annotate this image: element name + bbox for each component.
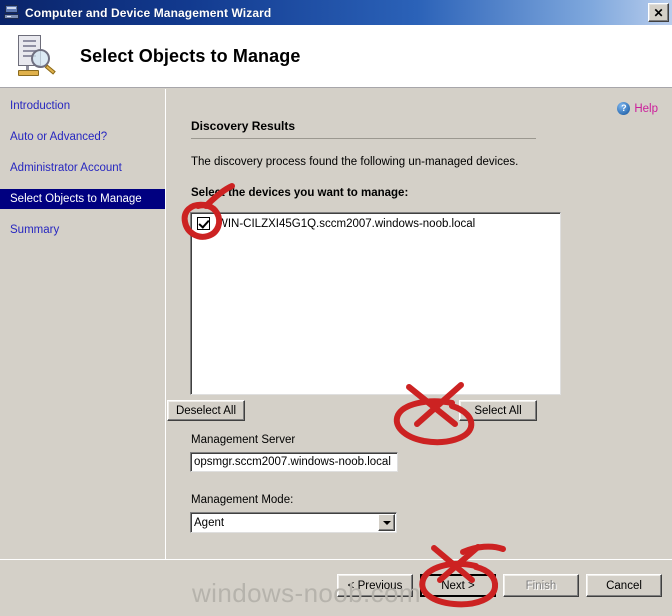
description-text: The discovery process found the followin… — [191, 156, 519, 168]
management-server-label: Management Server — [191, 434, 296, 446]
next-button[interactable]: Next > — [420, 574, 496, 597]
content-pane: ? Help Discovery Results The discovery p… — [167, 89, 672, 559]
page-header: Select Objects to Manage — [0, 25, 672, 88]
section-heading: Discovery Results — [191, 119, 536, 139]
sidebar-item-summary[interactable]: Summary — [0, 220, 165, 240]
chevron-down-icon[interactable] — [378, 514, 395, 531]
computer-monitor-icon — [4, 5, 20, 20]
title-bar: Computer and Device Management Wizard ✕ — [0, 0, 672, 25]
deselect-all-button[interactable]: Deselect All — [167, 400, 245, 421]
question-circle-icon: ? — [617, 102, 631, 115]
management-mode-select[interactable]: Agent — [190, 512, 397, 533]
sidebar-item-select-objects-to-manage[interactable]: Select Objects to Manage — [0, 189, 165, 209]
page-title: Select Objects to Manage — [80, 45, 301, 66]
device-listbox[interactable]: WIN-CILZXI45G1Q.sccm2007.windows-noob.lo… — [190, 212, 561, 395]
finish-button: Finish — [503, 574, 579, 597]
window-title: Computer and Device Management Wizard — [25, 5, 272, 20]
management-server-field[interactable]: opsmgr.sccm2007.windows-noob.local — [190, 452, 398, 472]
help-label: Help — [634, 102, 658, 115]
wizard-window: Computer and Device Management Wizard ✕ … — [0, 0, 672, 616]
list-item[interactable]: WIN-CILZXI45G1Q.sccm2007.windows-noob.lo… — [191, 213, 560, 230]
wizard-steps-sidebar: Introduction Auto or Advanced? Administr… — [0, 89, 166, 559]
management-mode-value: Agent — [194, 516, 225, 529]
device-name: WIN-CILZXI45G1Q.sccm2007.windows-noob.lo… — [217, 217, 476, 230]
management-mode-label: Management Mode: — [191, 494, 294, 506]
sidebar-item-introduction[interactable]: Introduction — [0, 96, 165, 116]
site-watermark: windows-noob.com — [192, 578, 421, 608]
close-icon[interactable]: ✕ — [648, 3, 669, 22]
select-devices-label: Select the devices you want to manage: — [191, 187, 409, 199]
select-all-button[interactable]: Select All — [459, 400, 537, 421]
help-link[interactable]: ? Help — [617, 102, 658, 115]
sidebar-item-auto-or-advanced[interactable]: Auto or Advanced? — [0, 127, 165, 147]
cancel-button[interactable]: Cancel — [586, 574, 662, 597]
server-magnifier-icon — [12, 33, 58, 79]
device-checkbox[interactable] — [197, 217, 210, 230]
sidebar-item-administrator-account[interactable]: Administrator Account — [0, 158, 165, 178]
